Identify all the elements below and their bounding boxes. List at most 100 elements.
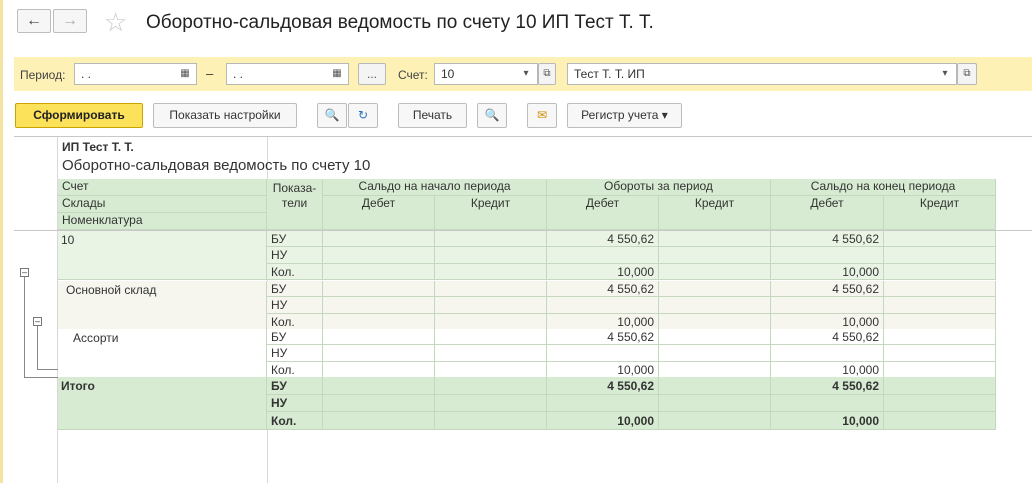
report-title: Оборотно-сальдовая ведомость по счету 10	[62, 157, 371, 174]
indicator-cell: Кол.	[267, 264, 323, 280]
report-cell	[884, 281, 996, 297]
indicator-cell: Кол.	[267, 314, 323, 330]
report-cell	[659, 377, 771, 395]
report-cell	[435, 362, 547, 378]
closing-debit-cell: 4 550,62	[771, 377, 884, 395]
period-select-button[interactable]: ...	[358, 63, 386, 85]
mail-icon[interactable]: ✉	[527, 103, 557, 128]
star-icon[interactable]: ☆	[104, 8, 127, 36]
forward-button[interactable]: →	[53, 9, 87, 33]
register-button[interactable]: Регистр учета ▾	[567, 103, 682, 128]
report-cell	[884, 314, 996, 330]
report-cell	[884, 345, 996, 362]
report-cell	[435, 247, 547, 264]
turnover-debit-cell: 10,000	[547, 314, 659, 330]
report-cell	[884, 395, 996, 412]
report-cell	[659, 281, 771, 297]
header-debit: Дебет	[547, 196, 659, 230]
open-icon[interactable]: ⧉	[538, 63, 556, 85]
closing-debit-cell: 10,000	[771, 264, 884, 280]
header-credit: Кредит	[435, 196, 547, 230]
report-cell	[884, 247, 996, 264]
calendar-icon[interactable]: ▦	[175, 64, 195, 84]
report-cell	[323, 329, 435, 345]
arrow-left-icon: ←	[26, 12, 42, 29]
indicator-cell: БУ	[267, 329, 323, 345]
account-label: Счет:	[398, 68, 428, 82]
report-org: ИП Тест Т. Т.	[62, 140, 134, 154]
register-label: Регистр учета	[581, 108, 659, 122]
calendar-icon[interactable]: ▦	[327, 64, 347, 84]
arrow-right-icon: →	[62, 12, 78, 29]
report-cell	[435, 314, 547, 330]
indicator-cell: БУ	[267, 281, 323, 297]
row-label: 10	[58, 231, 267, 280]
header-indicators: Показа- тели	[267, 179, 323, 230]
closing-debit-cell: 4 550,62	[771, 329, 884, 345]
report-cell	[323, 395, 435, 412]
report-cell	[435, 297, 547, 314]
turnover-debit-cell	[547, 395, 659, 412]
report-cell	[659, 362, 771, 378]
show-settings-button[interactable]: Показать настройки	[153, 103, 297, 128]
header-debit: Дебет	[771, 196, 884, 230]
turnover-debit-cell: 10,000	[547, 362, 659, 378]
tree-line	[24, 377, 58, 378]
report-cell	[323, 264, 435, 280]
print-button[interactable]: Печать	[398, 103, 467, 128]
report-cell	[659, 247, 771, 264]
row-label: Основной склад	[58, 281, 267, 330]
report-cell	[435, 377, 547, 395]
report-cell	[435, 329, 547, 345]
report-cell	[323, 247, 435, 264]
turnover-debit-cell: 4 550,62	[547, 231, 659, 247]
print-preview-icon[interactable]: 🔍	[477, 103, 507, 128]
collapse-icon[interactable]: –	[33, 317, 42, 326]
header-nomenclature: Номенклатура	[58, 213, 267, 230]
closing-debit-cell: 4 550,62	[771, 231, 884, 247]
report-cell	[435, 395, 547, 412]
report-cell	[884, 412, 996, 430]
report-cell	[323, 297, 435, 314]
report-cell	[659, 329, 771, 345]
turnover-debit-cell: 4 550,62	[547, 377, 659, 395]
report-cell	[323, 345, 435, 362]
organization-field[interactable]: Тест Т. Т. ИП	[567, 63, 957, 85]
turnover-debit-cell	[547, 297, 659, 314]
search-icon[interactable]: 🔍	[317, 103, 347, 128]
window-left-edge	[0, 0, 3, 483]
collapse-icon[interactable]: –	[20, 268, 29, 277]
header-credit: Кредит	[659, 196, 771, 230]
chevron-down-icon[interactable]: ▾	[516, 64, 536, 84]
chevron-down-icon[interactable]: ▾	[935, 64, 955, 84]
indicator-cell: НУ	[267, 395, 323, 412]
closing-debit-cell: 10,000	[771, 412, 884, 430]
turnover-debit-cell: 4 550,62	[547, 281, 659, 297]
report-cell	[323, 281, 435, 297]
closing-debit-cell	[771, 345, 884, 362]
report-cell	[435, 281, 547, 297]
report-cell	[659, 412, 771, 430]
report-cell	[659, 345, 771, 362]
period-dash: –	[206, 66, 214, 81]
report-cell	[435, 231, 547, 247]
report-cell	[659, 297, 771, 314]
report-cell	[323, 362, 435, 378]
header-account: Счет	[58, 179, 267, 196]
generate-button[interactable]: Сформировать	[15, 103, 143, 128]
open-icon[interactable]: ⧉	[957, 63, 977, 85]
report-cell	[884, 362, 996, 378]
closing-debit-cell	[771, 395, 884, 412]
search-next-icon[interactable]: ↻	[348, 103, 378, 128]
indicator-cell: Кол.	[267, 412, 323, 430]
closing-debit-cell	[771, 297, 884, 314]
header-credit: Кредит	[884, 196, 996, 230]
indicator-cell: БУ	[267, 377, 323, 395]
back-button[interactable]: ←	[17, 9, 51, 33]
header-warehouses: Склады	[58, 196, 267, 213]
report-cell	[435, 264, 547, 280]
header-opening-balance: Сальдо на начало периода	[323, 179, 547, 196]
report-cell	[884, 231, 996, 247]
report-cell	[659, 231, 771, 247]
indicator-cell: БУ	[267, 231, 323, 247]
